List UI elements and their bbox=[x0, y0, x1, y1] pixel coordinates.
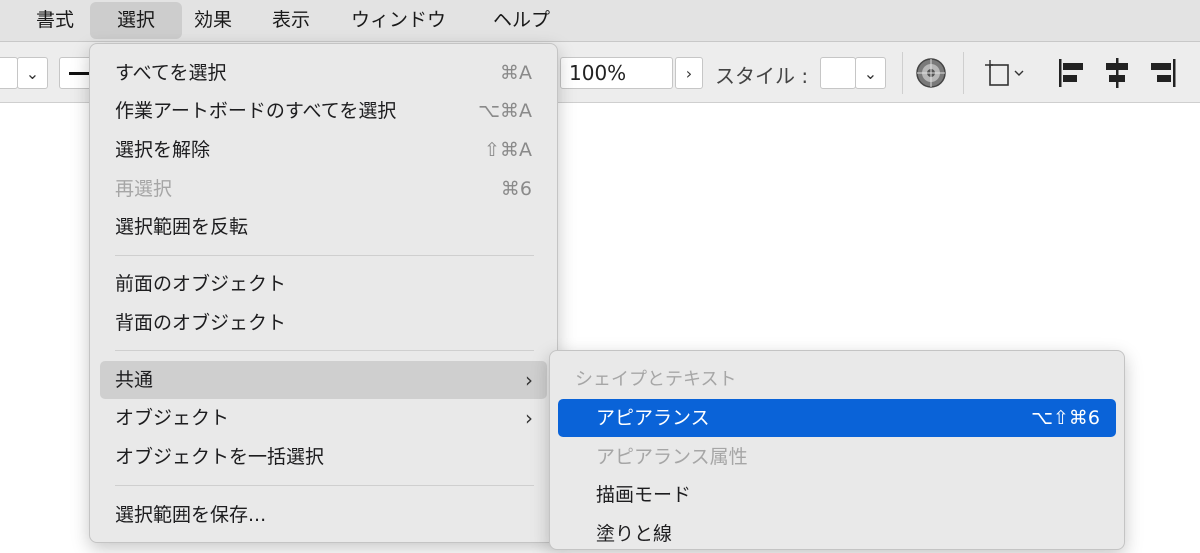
select-menu: すべてを選択 ⌘A 作業アートボードのすべてを選択 ⌥⌘A 選択を解除 ⇧⌘A … bbox=[89, 43, 558, 543]
menu-view[interactable]: 表示 bbox=[256, 0, 326, 41]
submenu-item-fill-and-stroke[interactable]: 塗りと線 bbox=[596, 515, 672, 553]
toolbar-divider bbox=[963, 52, 964, 94]
menu-item-highlight bbox=[100, 361, 547, 399]
chevron-right-icon[interactable]: › bbox=[675, 57, 703, 89]
menu-divider bbox=[115, 350, 534, 351]
shortcut-reselect: ⌘6 bbox=[500, 178, 532, 200]
menu-item-save-selection[interactable]: 選択範囲を保存... bbox=[115, 496, 266, 534]
submenu-item-blending-mode[interactable]: 描画モード bbox=[596, 476, 691, 514]
common-submenu: シェイプとテキスト アピアランス ⌥⇧⌘6 アピアランス属性 描画モード 塗りと… bbox=[549, 350, 1125, 550]
menu-bar: 書式 選択 効果 表示 ウィンドウ ヘルプ bbox=[0, 0, 1200, 42]
submenu-item-appearance[interactable]: アピアランス bbox=[596, 399, 710, 437]
menu-item-select-all-artboard[interactable]: 作業アートボードのすべてを選択 bbox=[115, 92, 396, 130]
menu-item-start-global-edit[interactable]: オブジェクトを一括選択 bbox=[115, 438, 324, 476]
shortcut-select-all-artboard: ⌥⌘A bbox=[478, 100, 532, 122]
menu-item-same[interactable]: 共通 bbox=[115, 361, 153, 399]
shortcut-appearance: ⌥⇧⌘6 bbox=[1031, 407, 1100, 429]
menu-item-next-object-above[interactable]: 前面のオブジェクト bbox=[115, 265, 286, 303]
menu-effect[interactable]: 効果 bbox=[178, 0, 248, 41]
submenu-header: シェイプとテキスト bbox=[575, 369, 737, 390]
chevron-right-icon: › bbox=[525, 406, 533, 430]
chevron-down-icon[interactable]: ⌄ bbox=[855, 57, 886, 89]
menu-item-object[interactable]: オブジェクト bbox=[115, 399, 229, 437]
submenu-item-appearance-attributes: アピアランス属性 bbox=[596, 446, 748, 468]
recolor-icon[interactable] bbox=[915, 57, 947, 89]
menu-select[interactable]: 選択 bbox=[90, 2, 182, 39]
toolbar-divider bbox=[902, 52, 903, 94]
menu-divider bbox=[115, 485, 534, 486]
chevron-down-icon[interactable]: ⌄ bbox=[17, 57, 48, 89]
artboard-icon[interactable] bbox=[983, 58, 1031, 88]
align-center-icon[interactable] bbox=[1101, 57, 1133, 89]
menu-window[interactable]: ウィンドウ bbox=[335, 0, 462, 41]
menu-item-deselect[interactable]: 選択を解除 bbox=[115, 131, 210, 169]
menu-item-reselect: 再選択 bbox=[115, 178, 173, 200]
menu-format[interactable]: 書式 bbox=[20, 0, 90, 41]
menu-item-select-all[interactable]: すべてを選択 bbox=[115, 54, 227, 92]
opacity-input[interactable]: 100% bbox=[560, 57, 673, 89]
menu-help[interactable]: ヘルプ bbox=[477, 0, 566, 41]
menu-item-next-object-below[interactable]: 背面のオブジェクト bbox=[115, 304, 286, 342]
menu-item-inverse[interactable]: 選択範囲を反転 bbox=[115, 208, 248, 246]
shortcut-deselect: ⇧⌘A bbox=[484, 139, 532, 161]
align-right-icon[interactable] bbox=[1146, 57, 1178, 89]
style-label: スタイル : bbox=[715, 64, 809, 88]
fill-field[interactable] bbox=[0, 57, 18, 89]
align-left-icon[interactable] bbox=[1056, 57, 1088, 89]
shortcut-select-all: ⌘A bbox=[500, 62, 532, 84]
menu-divider bbox=[115, 255, 534, 256]
chevron-right-icon: › bbox=[525, 368, 533, 392]
style-swatch[interactable] bbox=[820, 57, 856, 89]
